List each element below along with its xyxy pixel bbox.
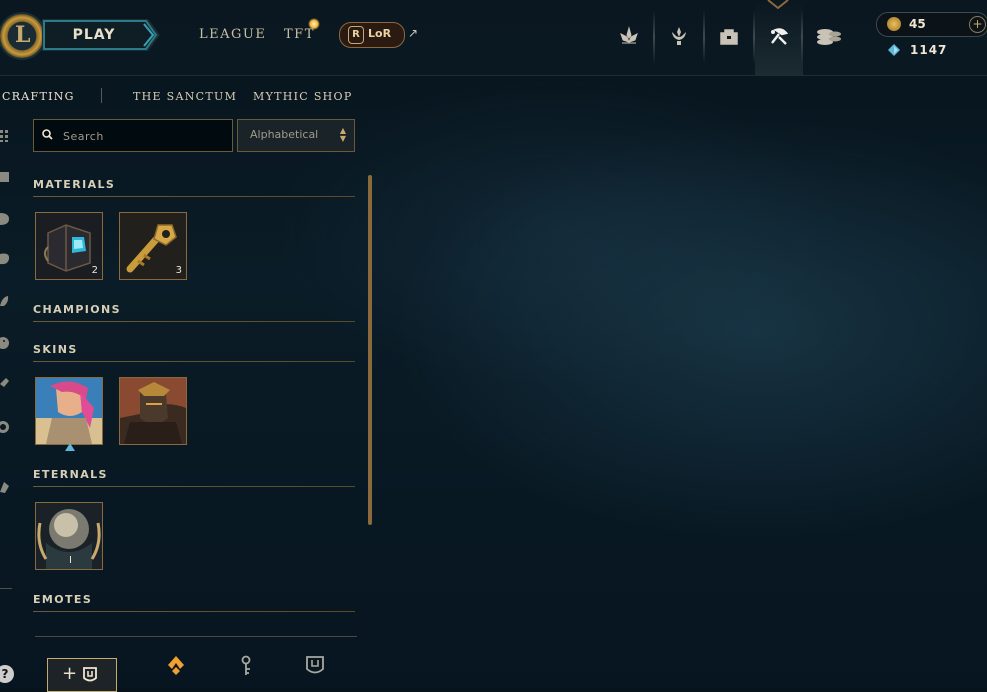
- buy-rp-button[interactable]: +: [969, 16, 986, 33]
- tab-mythic-shop[interactable]: MYTHIC SHOP: [253, 90, 353, 103]
- loot-tile-skin-shard[interactable]: [119, 377, 187, 445]
- tab-crafting[interactable]: CRAFTING: [2, 90, 75, 103]
- chest-filter-icon[interactable]: [0, 170, 12, 184]
- category-header-materials: MATERIALS: [33, 178, 116, 191]
- category-header-champions: CHAMPIONS: [33, 303, 121, 316]
- emote-filter-icon[interactable]: [0, 336, 12, 350]
- eternal-filter-icon[interactable]: [0, 420, 12, 434]
- loot-tile-eternal[interactable]: I: [35, 502, 103, 570]
- footer-divider: [35, 636, 357, 637]
- category-header-skins: SKINS: [33, 343, 78, 356]
- category-divider: [33, 196, 355, 197]
- ward-filter-icon[interactable]: [0, 294, 12, 308]
- lor-button[interactable]: R LoR: [339, 22, 405, 48]
- lor-label: LoR: [368, 27, 392, 40]
- loot-tile-skin-shard[interactable]: [35, 377, 103, 451]
- plus-label: +: [62, 663, 78, 684]
- collection-icon[interactable]: [705, 0, 753, 75]
- lor-mark-icon: R: [348, 26, 364, 44]
- loot-slot-icon: [83, 667, 97, 682]
- key-fragment-icon: [241, 655, 251, 675]
- sort-value: Alphabetical: [250, 128, 319, 141]
- icon-filter-icon[interactable]: [0, 376, 12, 390]
- category-divider: [33, 361, 355, 362]
- champion-filter-icon[interactable]: [0, 212, 12, 226]
- external-link-icon: ↗: [408, 26, 419, 40]
- blue-essence-value: 1147: [910, 43, 948, 57]
- skin-shard-art-icon: [120, 378, 186, 444]
- skin-shard-art-icon: [36, 378, 102, 444]
- owned-marker-icon: [65, 443, 75, 451]
- nav-league[interactable]: LEAGUE: [199, 27, 266, 42]
- skin-filter-icon[interactable]: [0, 252, 12, 266]
- category-header-emotes: EMOTES: [33, 593, 93, 606]
- all-items-grid-icon[interactable]: [0, 128, 12, 142]
- blue-essence-icon: [888, 44, 900, 56]
- help-button[interactable]: ?: [0, 665, 14, 683]
- chevron-up-down-icon: ▲ ▼: [339, 126, 346, 143]
- loot-list: MATERIALS 2 3 CHAMPIONS SKINS ETERNALS I…: [33, 172, 355, 632]
- subnav-divider: [101, 88, 102, 103]
- materials-filter-icon[interactable]: [0, 480, 12, 494]
- riot-points-icon: [887, 17, 901, 31]
- notification-spark-icon: [308, 18, 320, 30]
- loot-tile-hextech-key[interactable]: 3: [119, 212, 187, 280]
- rail-divider: [0, 588, 12, 589]
- clash-icon[interactable]: [605, 0, 653, 75]
- tab-the-sanctum[interactable]: THE SANCTUM: [133, 90, 237, 103]
- loot-tile-hextech-chest[interactable]: 2: [35, 212, 103, 280]
- league-logo[interactable]: L: [0, 14, 44, 58]
- rp-balance: 45 +: [876, 12, 987, 37]
- rp-value: 45: [909, 17, 926, 31]
- category-divider: [33, 486, 355, 487]
- active-tab-caret-icon: [767, 0, 789, 10]
- store-icon[interactable]: [803, 0, 851, 75]
- category-header-eternals: ETERNALS: [33, 468, 108, 481]
- category-filter-rail: [0, 122, 14, 642]
- loot-slot-count-icon: [306, 656, 324, 674]
- category-divider: [33, 611, 355, 612]
- search-icon: [42, 129, 53, 140]
- loot-list-scrollbar[interactable]: [368, 175, 372, 525]
- item-count: 3: [175, 265, 182, 276]
- sort-dropdown[interactable]: Alphabetical ▲ ▼: [237, 119, 355, 152]
- events-icon[interactable]: [655, 0, 703, 75]
- play-button[interactable]: PLAY: [40, 16, 162, 54]
- top-navigation-bar: L PLAY LEAGUE TFT R LoR ↗ 45 + 1147: [0, 0, 987, 76]
- orange-essence-icon: [168, 656, 184, 675]
- category-divider: [33, 321, 355, 322]
- add-loot-slot-button[interactable]: +: [47, 658, 117, 692]
- loot-icon[interactable]: [755, 0, 803, 75]
- series-numeral: I: [69, 555, 72, 566]
- item-count: 2: [91, 265, 98, 276]
- play-label: PLAY: [72, 27, 116, 43]
- search-input[interactable]: [61, 126, 225, 146]
- search-box[interactable]: [33, 119, 233, 152]
- logo-letter: L: [15, 22, 31, 48]
